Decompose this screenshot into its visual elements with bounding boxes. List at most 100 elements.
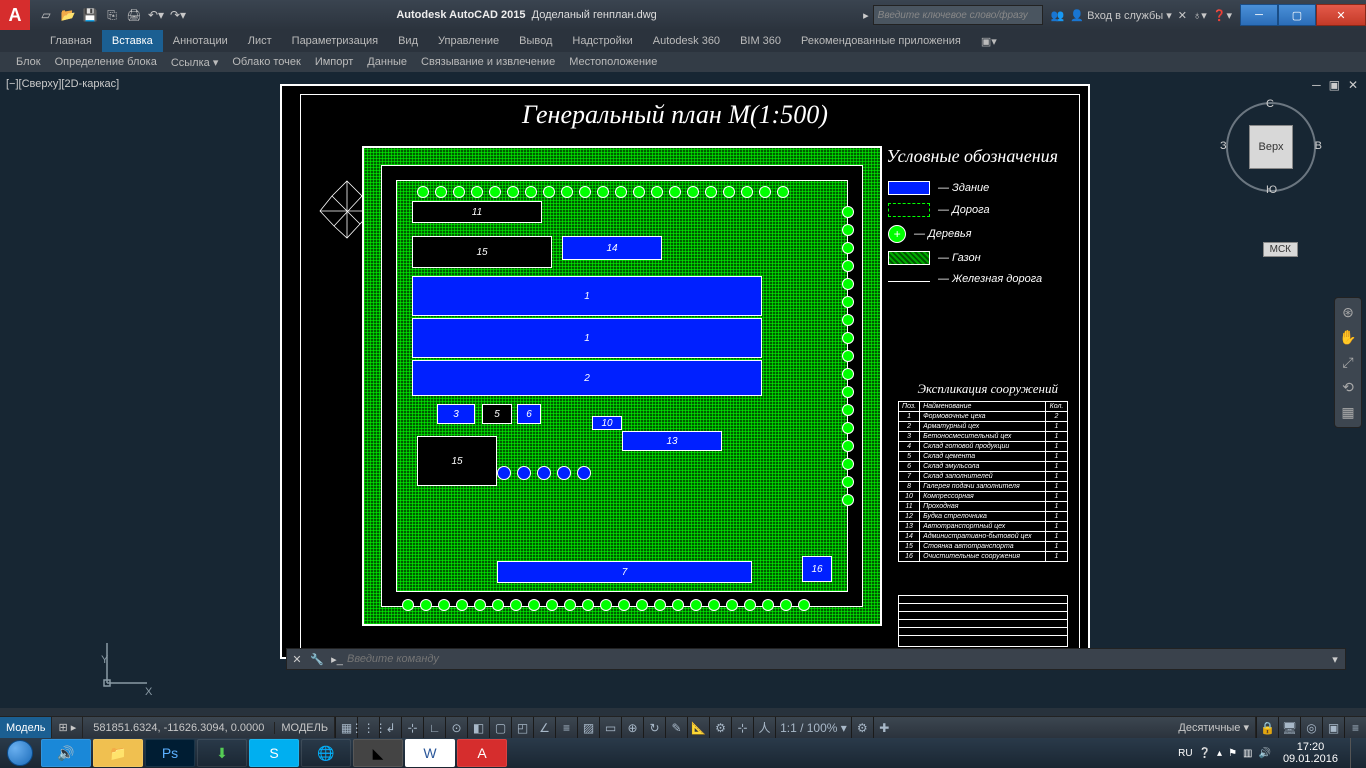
panel-linking[interactable]: Связывание и извлечение <box>415 56 561 68</box>
app-logo[interactable]: A <box>0 0 30 30</box>
tab-home[interactable]: Главная <box>40 30 102 52</box>
close-button[interactable]: ✕ <box>1316 4 1366 26</box>
taskbar-downloads-icon[interactable]: ⬇ <box>197 739 247 767</box>
doc-restore-icon[interactable]: ▣ <box>1329 78 1340 92</box>
show-desktop[interactable] <box>1350 738 1358 768</box>
redo-icon[interactable]: ↷▾ <box>170 7 186 23</box>
tray-up-icon[interactable]: ▴ <box>1217 748 1222 759</box>
compass-w[interactable]: З <box>1220 140 1227 152</box>
plus-icon[interactable]: ✚ <box>873 717 895 739</box>
tab-layout[interactable]: Лист <box>238 30 282 52</box>
taskbar-chrome-icon[interactable]: 🌐 <box>301 739 351 767</box>
tray-volume-icon[interactable]: 🔊 <box>1258 748 1270 759</box>
steering-wheel-icon[interactable]: ⊛ <box>1342 304 1354 321</box>
compass-e[interactable]: В <box>1315 140 1322 152</box>
panel-data[interactable]: Данные <box>361 56 413 68</box>
save-icon[interactable]: 💾 <box>82 7 98 23</box>
lock-icon[interactable]: 🔒 <box>1256 717 1278 739</box>
doc-minimize-icon[interactable]: ─ <box>1312 78 1321 92</box>
open-icon[interactable]: 📂 <box>60 7 76 23</box>
taskbar-skype-icon[interactable]: S <box>249 739 299 767</box>
gear-icon[interactable]: ⚙ <box>851 717 873 739</box>
annotation-icon[interactable]: 📐 <box>687 717 709 739</box>
saveas-icon[interactable]: ⎘ <box>104 7 120 23</box>
exchange-icon[interactable]: ✕ <box>1178 9 1187 22</box>
cmd-customize-icon[interactable]: 🔧 <box>307 653 327 666</box>
iso-icon[interactable]: ◧ <box>467 717 489 739</box>
taskbar-autocad-icon[interactable]: A <box>457 739 507 767</box>
cmd-dropdown-icon[interactable]: ▾ <box>1325 653 1345 666</box>
command-line[interactable]: ✕ 🔧 ▸_ ▾ <box>286 648 1346 670</box>
gizmo-icon[interactable]: ⊕ <box>621 717 643 739</box>
otrack-icon[interactable]: ∠ <box>533 717 555 739</box>
3dosnap-icon[interactable]: ◰ <box>511 717 533 739</box>
taskbar-explorer-icon[interactable]: 📁 <box>93 739 143 767</box>
layout-add-icon[interactable]: ⊞ ▸ <box>52 717 83 739</box>
infer-icon[interactable]: ↲ <box>379 717 401 739</box>
osnap-icon[interactable]: ▢ <box>489 717 511 739</box>
drawing-area[interactable]: [−][Сверху][2D-каркас] ─ ▣ ✕ Верх С Ю В … <box>0 72 1366 708</box>
panel-location[interactable]: Местоположение <box>563 56 663 68</box>
tray-help-icon[interactable]: ❔ <box>1199 748 1211 759</box>
tray-action-icon[interactable]: ⚑ <box>1228 748 1237 759</box>
qp-icon[interactable]: ✎ <box>665 717 687 739</box>
arrow-icon[interactable]: ▸ <box>859 9 873 22</box>
search-input[interactable]: Введите ключевое слово/фразу <box>873 5 1043 25</box>
tab-insert[interactable]: Вставка <box>102 30 163 52</box>
tab-view[interactable]: Вид <box>388 30 428 52</box>
tab-a360[interactable]: Autodesk 360 <box>643 30 730 52</box>
tab-extra-icon[interactable]: ​▣▾ <box>971 30 1007 52</box>
panel-blockdef[interactable]: Определение блока <box>49 56 163 68</box>
ortho-icon[interactable]: ∟ <box>423 717 445 739</box>
workspace-icon[interactable]: ⚙ <box>709 717 731 739</box>
start-button[interactable] <box>0 738 40 768</box>
tray-network-icon[interactable]: ▥ <box>1243 748 1252 759</box>
view-cube[interactable]: Верх С Ю В З <box>1226 102 1316 192</box>
dynamic-icon[interactable]: ⊹ <box>401 717 423 739</box>
customize-icon[interactable]: ≡ <box>1344 717 1366 739</box>
view-controls[interactable]: [−][Сверху][2D-каркас] <box>6 78 119 90</box>
transparency-icon[interactable]: ▨ <box>577 717 599 739</box>
tab-featured[interactable]: Рекомендованные приложения <box>791 30 971 52</box>
doc-close-icon[interactable]: ✕ <box>1348 78 1358 92</box>
taskbar-word-icon[interactable]: W <box>405 739 455 767</box>
clean-icon[interactable]: ▣ <box>1322 717 1344 739</box>
anno-monitor-icon[interactable]: ⊹ <box>731 717 753 739</box>
command-input[interactable] <box>347 653 1325 665</box>
panel-reference[interactable]: Ссылка ▾ <box>165 56 225 69</box>
cmd-close-icon[interactable]: ✕ <box>287 653 307 666</box>
pan-icon[interactable]: ✋ <box>1339 329 1356 346</box>
lineweight-icon[interactable]: ≡ <box>555 717 577 739</box>
plot-icon[interactable]: 🖨 <box>126 7 142 23</box>
showmotion-icon[interactable]: ▦ <box>1341 404 1354 421</box>
panel-import[interactable]: Импорт <box>309 56 359 68</box>
zoom-extents-icon[interactable]: ⤢ <box>1342 354 1353 371</box>
tab-annotate[interactable]: Аннотации <box>163 30 238 52</box>
help2-icon[interactable]: ❓▾ <box>1213 9 1232 22</box>
undo-icon[interactable]: ↶▾ <box>148 7 164 23</box>
tray-lang[interactable]: RU <box>1178 748 1192 759</box>
viewcube-top[interactable]: Верх <box>1249 125 1293 169</box>
tab-bim360[interactable]: BIM 360 <box>730 30 791 52</box>
cycling-icon[interactable]: ↻ <box>643 717 665 739</box>
help-icon[interactable]: ♁▾ <box>1193 9 1207 22</box>
hw-icon[interactable]: 🖥 <box>1278 717 1300 739</box>
tab-addins[interactable]: Надстройки <box>562 30 642 52</box>
panel-pointcloud[interactable]: Облако точек <box>226 56 306 68</box>
isolate-icon[interactable]: ◎ <box>1300 717 1322 739</box>
selection-icon[interactable]: ▭ <box>599 717 621 739</box>
model-space-button[interactable]: МОДЕЛЬ <box>275 717 335 739</box>
snap-icon[interactable]: ⋮⋮⋮ <box>357 717 379 739</box>
signin-button[interactable]: 👤 Вход в службы ▾ <box>1070 9 1171 22</box>
model-tab[interactable]: Модель <box>0 717 52 739</box>
minimize-button[interactable]: ─ <box>1240 4 1278 26</box>
infocenter-icon[interactable]: 👥 <box>1051 9 1065 22</box>
polar-icon[interactable]: ⊙ <box>445 717 467 739</box>
tray-clock[interactable]: 17:2009.01.2016 <box>1277 741 1344 765</box>
maximize-button[interactable]: ▢ <box>1278 4 1316 26</box>
tab-manage[interactable]: Управление <box>428 30 509 52</box>
taskbar-media-icon[interactable]: 🔊 <box>41 739 91 767</box>
taskbar-app-icon[interactable]: ◣ <box>353 739 403 767</box>
orbit-icon[interactable]: ⟲ <box>1342 379 1354 396</box>
tab-output[interactable]: Вывод <box>509 30 562 52</box>
